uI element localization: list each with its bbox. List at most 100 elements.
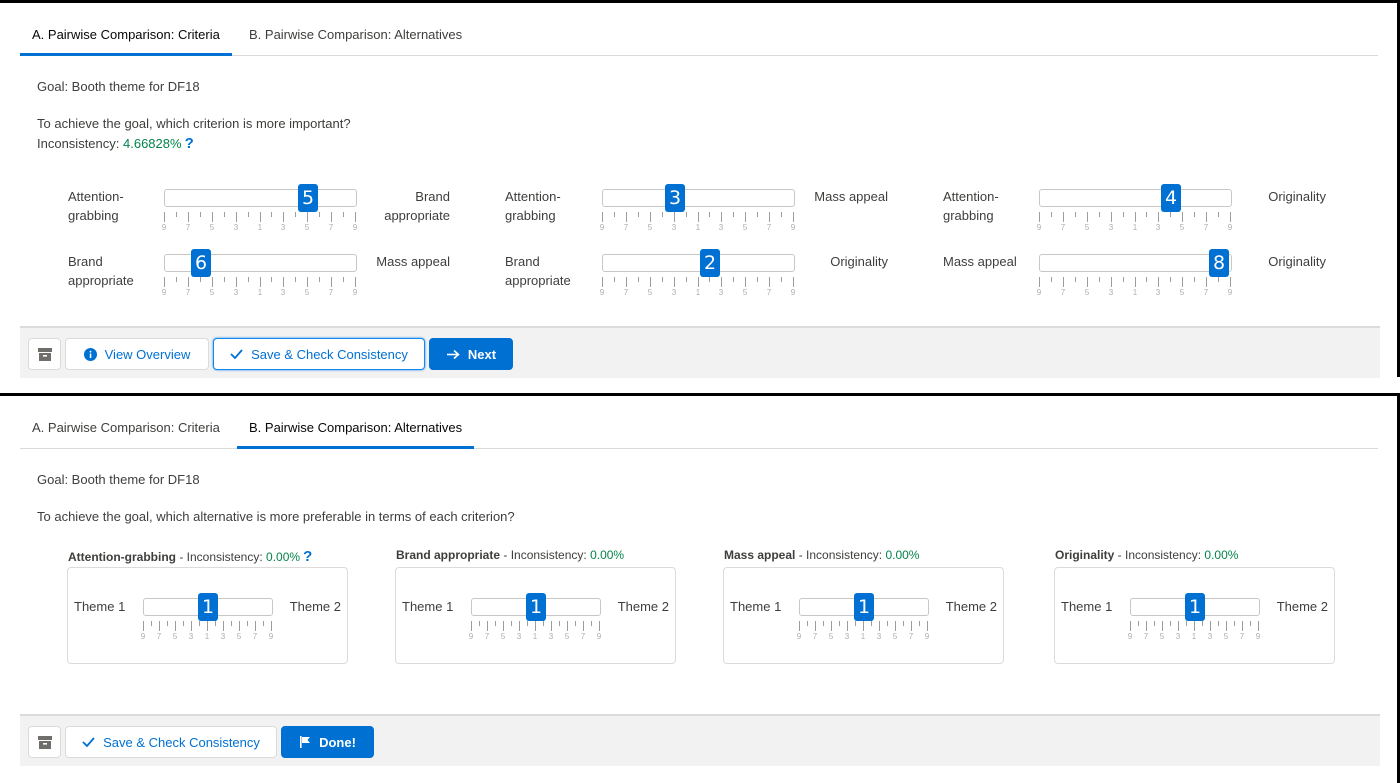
scale-tick [200, 212, 201, 217]
slider-handle[interactable]: 6 [191, 249, 211, 277]
scale-tick [319, 277, 320, 282]
slider-handle[interactable]: 5 [298, 184, 318, 212]
scale-tick [839, 621, 840, 626]
save-check-button[interactable]: Save & Check Consistency [213, 338, 425, 370]
scale-label: 3 [1155, 223, 1161, 232]
scale-tick [355, 212, 356, 222]
help-icon[interactable]: ? [185, 135, 194, 152]
slider-handle[interactable]: 4 [1161, 184, 1181, 212]
arrow-right-icon [446, 349, 460, 360]
view-overview-label: View Overview [104, 346, 191, 362]
inconsistency-value: 0.00% [266, 550, 301, 564]
scale-label: 7 [185, 288, 191, 297]
save-check-label: Save & Check Consistency [251, 346, 408, 362]
criterion-name: Attention-grabbing [68, 550, 176, 564]
scale-tick [871, 621, 872, 626]
label-line: grabbing [68, 208, 119, 223]
right-criterion-label: Brand appropriate [384, 187, 450, 225]
slider-track[interactable]: 1 [471, 593, 601, 621]
scale-tick [1146, 212, 1147, 217]
slider-handle[interactable]: 1 [198, 593, 218, 621]
scale-tick [167, 621, 168, 626]
scale-label: 3 [548, 632, 554, 641]
scale-tick [1250, 621, 1251, 626]
slider-handle[interactable]: 1 [526, 593, 546, 621]
slider-handle[interactable]: 1 [854, 593, 874, 621]
scale-tick [248, 212, 249, 217]
scale-tick [159, 621, 160, 631]
done-button[interactable]: Done! [281, 726, 374, 758]
scale-tick [686, 277, 687, 282]
scale-label: 3 [1175, 632, 1181, 641]
scale-tick [255, 621, 256, 631]
scale-label: 1 [532, 632, 538, 641]
tab-criteria[interactable]: A. Pairwise Comparison: Criteria [20, 413, 232, 449]
slider-handle[interactable]: 3 [665, 184, 685, 212]
check-icon [230, 349, 243, 359]
scale-label: 9 [1227, 288, 1233, 297]
right-alternative-label: Theme 2 [617, 599, 669, 614]
scale-tick [781, 277, 782, 282]
scale-label: 5 [172, 632, 178, 641]
slider-handle[interactable]: 8 [1209, 249, 1229, 277]
scale-label: 1 [1191, 632, 1197, 641]
scale-label: 7 [484, 632, 490, 641]
scale-tick [895, 621, 896, 631]
scale-tick [495, 621, 496, 626]
slider-track[interactable]: 2 [602, 249, 795, 277]
scale-tick [1182, 212, 1183, 222]
slider-handle[interactable]: 1 [1185, 593, 1205, 621]
slider-track[interactable]: 1 [799, 593, 929, 621]
inconsistency-label: Inconsistency: [806, 548, 883, 562]
scale-tick [887, 621, 888, 626]
scale-label: 1 [1132, 288, 1138, 297]
scale-tick [698, 277, 699, 287]
tab-alternatives[interactable]: B. Pairwise Comparison: Alternatives [237, 20, 474, 56]
scale-tick [224, 277, 225, 282]
scale-tick [863, 621, 864, 631]
view-overview-button[interactable]: View Overview [65, 338, 209, 370]
left-alternative-label: Theme 1 [730, 599, 782, 614]
archive-button[interactable] [28, 726, 61, 758]
slider-handle[interactable]: 2 [700, 249, 720, 277]
scale-tick [307, 277, 308, 287]
left-criterion-label: Brand appropriate [505, 252, 571, 290]
goal-text: Goal: Booth theme for DF18 [37, 79, 200, 94]
slider-track[interactable]: 4 [1039, 184, 1232, 212]
slider-scale: 9 7 5 3 1 3 5 7 9 [1037, 212, 1232, 232]
slider-track[interactable]: 3 [602, 184, 795, 212]
scale-label: 3 [188, 632, 194, 641]
slider-track[interactable]: 1 [1130, 593, 1260, 621]
scale-label: 5 [742, 288, 748, 297]
tab-criteria[interactable]: A. Pairwise Comparison: Criteria [20, 20, 232, 56]
scale-tick [503, 621, 504, 631]
criterion-name: Originality [1055, 548, 1115, 562]
slider-track[interactable]: 5 [164, 184, 357, 212]
scale-tick [1206, 277, 1207, 287]
label-line: appropriate [505, 273, 571, 288]
archive-button[interactable] [28, 338, 61, 370]
help-icon[interactable]: ? [303, 548, 312, 565]
scale-tick [847, 621, 848, 631]
tab-alternatives[interactable]: B. Pairwise Comparison: Alternatives [237, 413, 475, 449]
scale-label: 7 [812, 632, 818, 641]
scale-tick [260, 212, 261, 222]
slider-track[interactable]: 8 [1039, 249, 1232, 277]
scale-label: 7 [1203, 223, 1209, 232]
slider-track[interactable]: 1 [143, 593, 273, 621]
slider-track[interactable]: 6 [164, 249, 357, 277]
right-criterion-label: Originality [1268, 187, 1326, 206]
save-check-button[interactable]: Save & Check Consistency [65, 726, 277, 758]
next-button[interactable]: Next [429, 338, 513, 370]
scale-tick [1087, 212, 1088, 222]
flag-icon [299, 736, 311, 748]
inconsistency-value: 0.00% [885, 548, 920, 562]
scale-tick [583, 621, 584, 631]
scale-tick [191, 621, 192, 631]
slider-scale: 9 7 5 3 1 3 5 7 9 [162, 212, 357, 232]
scale-tick [1135, 212, 1136, 222]
label-line: Mass appeal [943, 254, 1017, 269]
left-criterion-label: Mass appeal [943, 252, 1017, 271]
criterion-heading: Mass appeal - Inconsistency: 0.00% [724, 548, 920, 562]
scale-tick [307, 212, 308, 222]
